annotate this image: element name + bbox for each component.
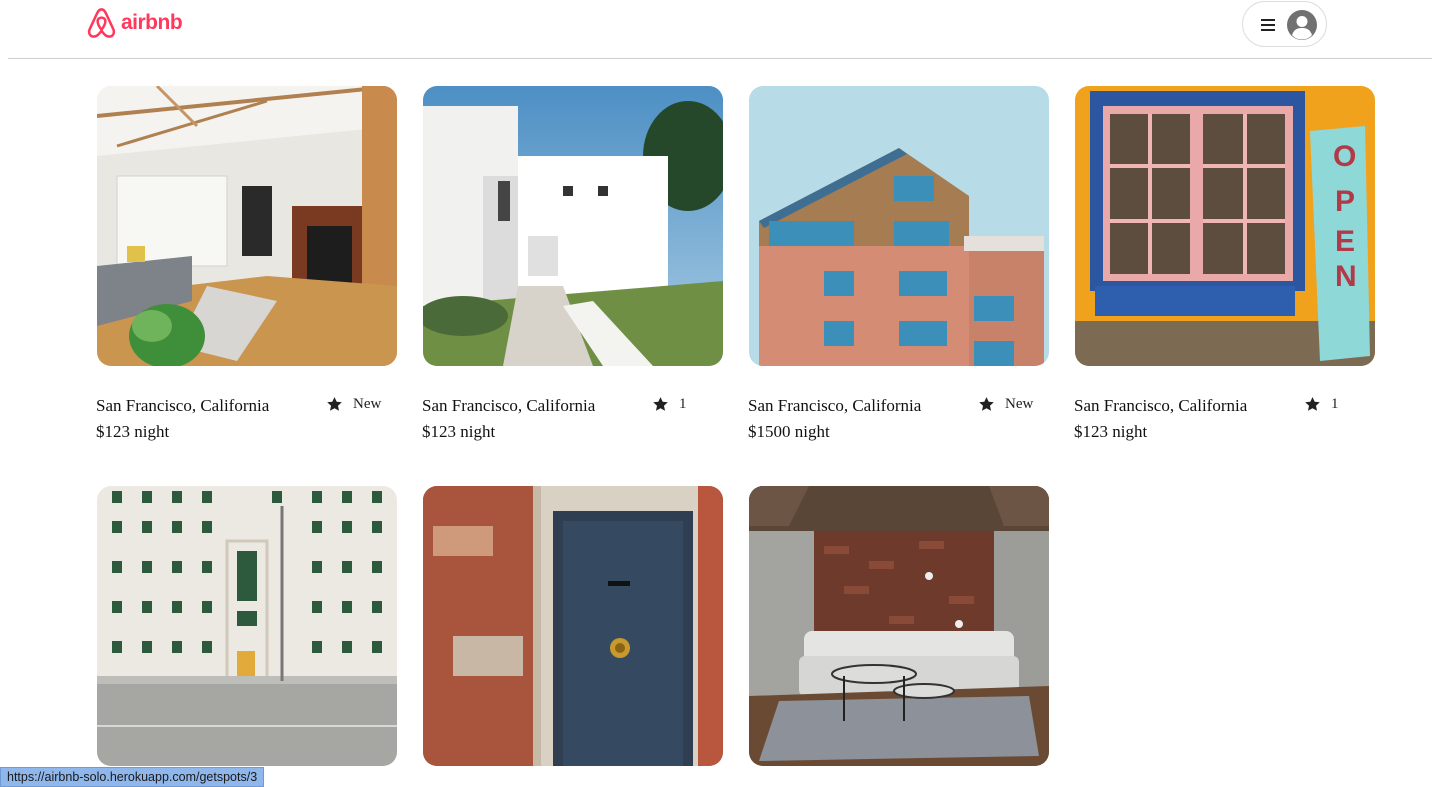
svg-text:N: N bbox=[1335, 260, 1357, 293]
listing-rating: 1 bbox=[652, 396, 687, 413]
listing-info: San Francisco, California 1 $123 night bbox=[1074, 366, 1375, 441]
listing-price: $1500 night bbox=[748, 422, 830, 441]
rating-value: New bbox=[1005, 396, 1034, 412]
listing-photo-white-house[interactable] bbox=[423, 86, 723, 366]
airbnb-belo-icon bbox=[87, 8, 116, 38]
listing-price: $123 night bbox=[96, 422, 170, 441]
star-icon bbox=[327, 397, 342, 411]
listing-location: San Francisco, California bbox=[422, 396, 596, 415]
listing-card[interactable]: San Francisco, California New $1500 nigh… bbox=[748, 86, 1049, 441]
listing-location: San Francisco, California bbox=[96, 396, 270, 415]
listing-rating: 1 bbox=[1304, 396, 1339, 413]
listing-location: San Francisco, California bbox=[1074, 396, 1248, 415]
user-avatar-icon bbox=[1287, 10, 1317, 40]
top-nav-bar: airbnb bbox=[8, 0, 1432, 59]
listing-info: San Francisco, California New $123 night bbox=[96, 366, 397, 441]
rating-value: 1 bbox=[679, 396, 687, 412]
listing-card[interactable] bbox=[97, 486, 397, 766]
star-icon bbox=[1305, 397, 1320, 411]
user-menu-button[interactable] bbox=[1242, 1, 1327, 47]
listing-photo-open-shopfront[interactable]: O P E N bbox=[1075, 86, 1375, 366]
svg-text:O: O bbox=[1333, 140, 1356, 173]
listing-card[interactable]: O P E N San Francisco, California 1 $123… bbox=[1074, 86, 1375, 441]
listing-card[interactable]: San Francisco, California 1 $123 night bbox=[422, 86, 723, 441]
listing-price: $123 night bbox=[422, 422, 496, 441]
rating-value: 1 bbox=[1331, 396, 1339, 412]
listing-price: $123 night bbox=[1074, 422, 1148, 441]
listing-rating: New bbox=[326, 396, 381, 413]
listing-photo-loft-living-room[interactable] bbox=[749, 486, 1049, 766]
star-icon bbox=[653, 397, 668, 411]
listing-photo-white-building[interactable] bbox=[97, 486, 397, 766]
listing-info: San Francisco, California 1 $123 night bbox=[422, 366, 723, 441]
svg-text:E: E bbox=[1335, 225, 1355, 258]
star-icon bbox=[979, 397, 994, 411]
listing-photo-living-room[interactable] bbox=[97, 86, 397, 366]
listing-card[interactable] bbox=[423, 486, 723, 766]
logo-text: airbnb bbox=[121, 11, 183, 34]
listing-info: San Francisco, California New $1500 nigh… bbox=[748, 366, 1049, 441]
listing-location: San Francisco, California bbox=[748, 396, 922, 415]
svg-text:P: P bbox=[1335, 185, 1355, 218]
status-bar-url: https://airbnb-solo.herokuapp.com/getspo… bbox=[0, 767, 265, 787]
listing-rating: New bbox=[978, 396, 1033, 413]
listing-card[interactable] bbox=[749, 486, 1049, 766]
hamburger-icon bbox=[1261, 19, 1275, 31]
airbnb-logo-link[interactable]: airbnb bbox=[86, 6, 183, 40]
rating-value: New bbox=[353, 396, 382, 412]
listing-photo-blue-door[interactable] bbox=[423, 486, 723, 766]
listing-photo-brick-house[interactable] bbox=[749, 86, 1049, 366]
listing-card[interactable]: San Francisco, California New $123 night bbox=[96, 86, 397, 441]
